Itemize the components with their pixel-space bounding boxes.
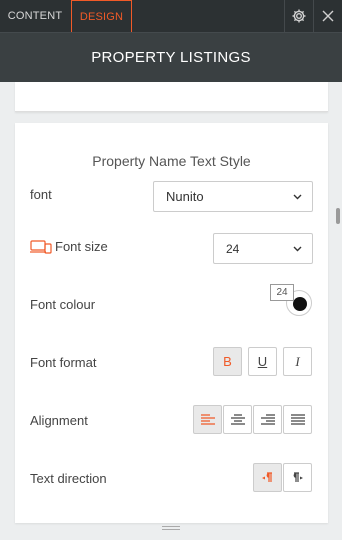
align-right-icon <box>260 414 275 425</box>
chevron-down-icon <box>293 194 302 199</box>
responsive-devices-icon <box>30 240 52 254</box>
align-justify-button[interactable] <box>283 405 312 434</box>
bold-button[interactable]: B <box>213 347 242 376</box>
section-title: Property Name Text Style <box>92 153 251 169</box>
previous-section-card <box>15 82 328 112</box>
close-icon <box>322 10 334 22</box>
tab-design[interactable]: DESIGN <box>71 0 132 32</box>
resize-handle[interactable] <box>162 526 180 532</box>
settings-button[interactable] <box>284 0 313 32</box>
alignment-label: Alignment <box>30 413 88 428</box>
divider <box>15 111 328 112</box>
text-direction-label: Text direction <box>30 471 107 486</box>
chevron-down-icon <box>293 246 302 251</box>
text-direction-rtl-icon <box>262 471 272 482</box>
colour-swatch-fill <box>293 297 307 311</box>
underline-button[interactable]: U <box>248 347 277 376</box>
font-format-label: Font format <box>30 355 97 370</box>
font-label: font <box>30 187 52 202</box>
colour-tooltip: 24 <box>270 284 294 301</box>
font-size-select-value: 24 <box>226 241 240 256</box>
italic-button[interactable]: I <box>283 347 312 376</box>
font-size-select[interactable]: 24 <box>213 233 313 264</box>
title-bar: PROPERTY LISTINGS <box>0 33 342 82</box>
font-size-label: Font size <box>55 239 108 254</box>
gear-icon <box>292 9 306 23</box>
font-select[interactable]: Nunito <box>153 181 313 212</box>
align-left-icon <box>200 414 215 425</box>
tab-content[interactable]: CONTENT <box>0 0 70 32</box>
top-bar: CONTENT DESIGN <box>0 0 342 33</box>
align-left-button[interactable] <box>193 405 222 434</box>
font-colour-label: Font colour <box>30 297 96 312</box>
align-center-icon <box>230 414 245 425</box>
close-button[interactable] <box>313 0 342 32</box>
text-direction-ltr-icon <box>293 471 303 482</box>
ltr-direction-button[interactable] <box>283 463 312 492</box>
scrollbar-thumb[interactable] <box>336 208 340 224</box>
align-center-button[interactable] <box>223 405 252 434</box>
font-colour-picker[interactable]: 24 <box>270 284 314 318</box>
font-select-value: Nunito <box>166 189 204 204</box>
rtl-direction-button[interactable] <box>253 463 282 492</box>
page-title: PROPERTY LISTINGS <box>91 49 251 66</box>
align-right-button[interactable] <box>253 405 282 434</box>
text-style-card: Property Name Text Style font Nunito Fon… <box>15 123 328 523</box>
align-justify-icon <box>290 414 305 425</box>
